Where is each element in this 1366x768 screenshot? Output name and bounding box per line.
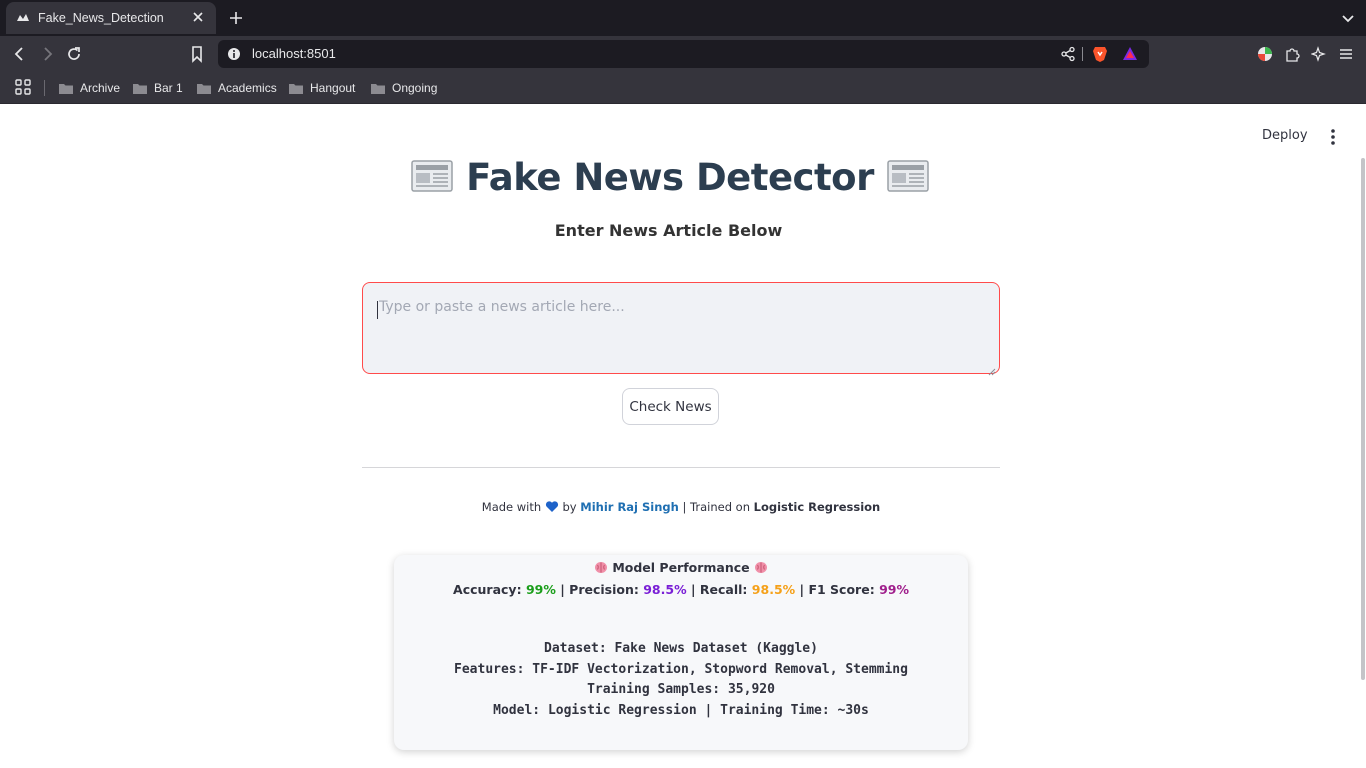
check-news-button[interactable]: Check News	[622, 388, 719, 425]
menu-hamburger-icon[interactable]	[1338, 46, 1354, 62]
metric-separator: |	[560, 582, 565, 597]
folder-icon	[133, 83, 147, 94]
section-divider	[362, 467, 1000, 468]
back-arrow-icon[interactable]	[10, 44, 30, 64]
page-title: Fake News Detector	[0, 156, 1340, 199]
recall-value: 98.5%	[751, 582, 796, 597]
navigation-toolbar: localhost:8501	[0, 36, 1366, 72]
bookmark-label: Ongoing	[392, 81, 438, 95]
newspaper-icon	[410, 158, 454, 194]
browser-tab[interactable]: Fake_News_Detection	[6, 2, 216, 34]
bookmark-folder-hangout[interactable]: Hangout	[288, 78, 355, 98]
page-scrollbar[interactable]	[1361, 158, 1365, 680]
streamlit-favicon-icon	[16, 11, 30, 25]
bookmark-label: Bar 1	[154, 81, 183, 95]
folder-icon	[59, 83, 73, 94]
performance-metrics: Accuracy: 99% | Precision: 98.5% | Recal…	[394, 582, 968, 597]
apps-grid-icon[interactable]	[14, 78, 32, 96]
precision-value: 98.5%	[643, 582, 687, 597]
performance-title: Model Performance	[394, 560, 968, 575]
forward-arrow-icon[interactable]	[37, 44, 57, 64]
text-cursor	[377, 301, 378, 319]
metric-separator: |	[690, 582, 696, 597]
author-name: Mihir Raj Singh	[580, 500, 679, 514]
folder-icon	[197, 83, 211, 94]
performance-title-text: Model Performance	[612, 560, 750, 575]
bookmark-separator	[44, 80, 45, 96]
bookmark-label: Archive	[80, 81, 121, 95]
bookmark-label: Academics	[218, 81, 277, 95]
accuracy-label: Accuracy:	[453, 582, 522, 597]
bookmark-icon[interactable]	[187, 44, 207, 64]
extensions-puzzle-icon[interactable]	[1284, 46, 1300, 62]
page-title-text: Fake News Detector	[466, 156, 874, 199]
by-text: by	[562, 500, 577, 514]
leo-ai-sparkle-icon[interactable]	[1310, 46, 1327, 62]
resize-grip-icon[interactable]	[988, 363, 996, 376]
main-menu-kebab-icon[interactable]	[1326, 128, 1340, 146]
training-details: Dataset: Fake News Dataset (Kaggle) Feat…	[394, 639, 968, 721]
tab-title: Fake_News_Detection	[38, 11, 164, 25]
model-line: Model: Logistic Regression | Training Ti…	[493, 702, 869, 718]
tab-strip: Fake_News_Detection	[0, 0, 1366, 36]
model-name: Logistic Regression	[753, 500, 881, 514]
folder-icon	[371, 83, 385, 94]
app-main: Deploy Fake News Detector Enter News Art…	[0, 104, 1366, 768]
metric-separator: |	[799, 582, 805, 597]
precision-label: Precision:	[569, 582, 639, 597]
accuracy-value: 99%	[525, 582, 556, 597]
model-performance-card: Model Performance Accuracy: 99% | Precis…	[394, 555, 968, 750]
url-text: localhost:8501	[252, 46, 336, 61]
reload-icon[interactable]	[64, 44, 84, 64]
address-bar[interactable]: localhost:8501	[218, 40, 1149, 68]
blue-heart-icon	[545, 500, 559, 513]
share-icon[interactable]	[1060, 46, 1076, 62]
trained-on-text: | Trained on	[682, 500, 750, 514]
newspaper-icon	[886, 158, 930, 194]
site-info-icon[interactable]	[226, 46, 242, 62]
bookmark-folder-ongoing[interactable]: Ongoing	[370, 78, 437, 98]
f1-value: 99%	[879, 582, 909, 597]
extension-color-icon[interactable]	[1257, 46, 1273, 62]
brave-rewards-icon[interactable]	[1122, 46, 1138, 62]
bookmark-folder-archive[interactable]: Archive	[58, 78, 120, 98]
samples-line: Training Samples: 35,920	[587, 682, 775, 697]
page-subtitle: Enter News Article Below	[554, 221, 783, 240]
bookmark-label: Hangout	[310, 81, 356, 95]
dataset-line: Dataset: Fake News Dataset (Kaggle)	[544, 641, 818, 656]
made-with-text: Made with	[481, 500, 542, 514]
bookmark-folder-bar1[interactable]: Bar 1	[132, 78, 183, 98]
url-divider	[1082, 47, 1083, 61]
brain-icon	[594, 561, 608, 574]
footer-credits: Made with by Mihir Raj Singh | Trained o…	[0, 500, 1362, 514]
deploy-button[interactable]: Deploy	[1262, 128, 1308, 143]
brain-icon	[754, 561, 768, 574]
brave-shields-icon[interactable]	[1092, 45, 1108, 63]
f1-label: F1 Score:	[808, 582, 875, 597]
bookmarks-bar: Archive Bar 1 Academics Hangout Ongoing	[0, 72, 1366, 104]
features-line: Features: TF-IDF Vectorization, Stopword…	[454, 661, 908, 677]
close-tab-icon[interactable]	[190, 10, 206, 26]
news-article-input[interactable]	[362, 282, 1000, 374]
folder-icon	[289, 83, 303, 94]
tab-list-chevron-icon[interactable]	[1338, 8, 1358, 28]
recall-label: Recall:	[699, 582, 748, 597]
new-tab-icon[interactable]	[226, 8, 246, 28]
bookmark-folder-academics[interactable]: Academics	[196, 78, 277, 98]
